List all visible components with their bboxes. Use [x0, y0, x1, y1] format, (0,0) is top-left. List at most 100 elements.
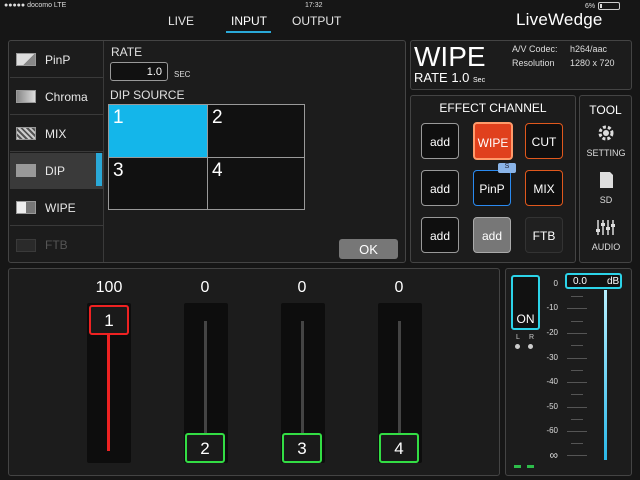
- transition-label: WIPE: [45, 200, 76, 215]
- transition-item-dip[interactable]: DIP: [10, 153, 103, 189]
- scale-tick: [567, 407, 587, 408]
- active-tab-indicator: [226, 31, 271, 33]
- codec-label: A/V Codec:: [512, 44, 558, 54]
- dip-source-cell-3[interactable]: 3: [109, 158, 207, 210]
- effect-add-button[interactable]: add: [421, 123, 459, 159]
- fader-4-groove: [398, 321, 401, 446]
- transition-label: DIP: [45, 163, 66, 178]
- effect-add-button-active[interactable]: add: [473, 217, 511, 253]
- selected-indicator: [96, 153, 102, 186]
- effect-channel-title: EFFECT CHANNEL: [439, 101, 547, 115]
- audio-on-button[interactable]: ON: [511, 275, 540, 330]
- scale-label: -10: [546, 303, 558, 312]
- tab-output[interactable]: OUTPUT: [292, 14, 341, 32]
- scale-tick: [567, 308, 587, 309]
- effect-pinp-button[interactable]: PinP: [473, 170, 511, 206]
- sd-button[interactable]: SD: [576, 170, 636, 205]
- fader-3-value: 0: [297, 279, 307, 296]
- scale-tick: [567, 333, 587, 334]
- scale-tick: [567, 358, 587, 359]
- scale-tick: [571, 296, 583, 297]
- scale-tick: [571, 443, 583, 444]
- current-rate: RATE 1.0 Sec: [414, 70, 485, 85]
- scale-label: -60: [546, 426, 558, 435]
- transition-label: MIX: [45, 126, 67, 141]
- fader-4-value: 0: [394, 279, 404, 296]
- dip-thumb-icon: [16, 164, 36, 177]
- effect-ftb-button[interactable]: FTB: [525, 217, 563, 253]
- fader-4-knob[interactable]: 4: [379, 433, 419, 463]
- fader-2-knob[interactable]: 2: [185, 433, 225, 463]
- fader-3-knob[interactable]: 3: [282, 433, 322, 463]
- resolution-value: 1280 x 720: [570, 58, 615, 68]
- panel-divider: [103, 41, 104, 262]
- master-volume-readout[interactable]: 0.0 dB: [565, 273, 622, 289]
- tab-input[interactable]: INPUT: [231, 14, 267, 32]
- pinp-thumb-icon: [16, 53, 36, 66]
- grid-divider: [109, 157, 304, 158]
- battery-percent: 6%: [585, 2, 596, 10]
- effect-mix-button[interactable]: MIX: [525, 170, 563, 206]
- current-effect-title: WIPE: [414, 41, 486, 72]
- rate-input[interactable]: 1.0: [110, 62, 168, 81]
- effect-wipe-button[interactable]: WIPE: [473, 122, 513, 160]
- scale-label: 0: [553, 279, 558, 288]
- effect-add-button[interactable]: add: [421, 217, 459, 253]
- db-unit: dB: [607, 276, 620, 287]
- carrier-label: ●●●●● docomo LTE: [4, 2, 67, 9]
- fader-1-level: [107, 321, 110, 451]
- fader-1-value: 100: [95, 279, 123, 296]
- brand-logo: LiveWedge: [516, 10, 603, 29]
- scale-tick: [567, 455, 587, 456]
- clock: 17:32: [305, 2, 323, 9]
- left-channel-label: L: [516, 334, 520, 341]
- video-fader-panel: [8, 268, 500, 476]
- transition-item-chroma[interactable]: Chroma: [10, 79, 103, 115]
- effect-add-button[interactable]: add: [421, 170, 459, 206]
- tab-live[interactable]: LIVE: [168, 14, 194, 32]
- dip-source-cell-1[interactable]: 1: [109, 105, 207, 157]
- right-level-led: [527, 465, 534, 468]
- transition-item-wipe[interactable]: WIPE: [10, 190, 103, 226]
- scale-tick: [567, 382, 587, 383]
- db-value: 0.0: [573, 276, 587, 287]
- scale-tick: [571, 394, 583, 395]
- rate-label: RATE: [111, 45, 143, 59]
- codec-value: h264/aac: [570, 44, 608, 54]
- setting-button[interactable]: SETTING: [576, 123, 636, 158]
- scale-label: -50: [546, 402, 558, 411]
- dip-source-cell-2[interactable]: 2: [208, 105, 306, 157]
- battery-indicator: 6%: [585, 2, 621, 10]
- dip-source-label: DIP SOURCE: [110, 88, 185, 102]
- scale-label: -40: [546, 377, 558, 386]
- master-volume-slider[interactable]: [604, 290, 607, 460]
- transition-item-mix[interactable]: MIX: [10, 116, 103, 152]
- ok-button[interactable]: OK: [339, 239, 398, 259]
- wipe-thumb-icon: [16, 201, 36, 214]
- scale-tick: [571, 370, 583, 371]
- dip-source-cell-4[interactable]: 4: [208, 158, 306, 210]
- fader-1-knob[interactable]: 1: [89, 305, 129, 335]
- scale-tick: [571, 321, 583, 322]
- audio-mixer-icon: [596, 220, 615, 235]
- left-level-led: [514, 465, 521, 468]
- scale-label: -20: [546, 328, 558, 337]
- transition-item-pinp[interactable]: PinP: [10, 42, 103, 78]
- right-channel-label: R: [529, 334, 535, 341]
- fader-2-groove: [204, 321, 207, 446]
- pinp-badge: S: [498, 163, 516, 173]
- audio-button[interactable]: AUDIO: [576, 217, 636, 252]
- battery-icon: [598, 2, 621, 10]
- current-rate-unit: Sec: [473, 77, 486, 84]
- gear-icon: [598, 125, 614, 141]
- effect-cut-button[interactable]: CUT: [525, 123, 563, 159]
- tool-title: TOOL: [589, 103, 622, 117]
- chroma-thumb-icon: [16, 90, 36, 103]
- scale-label: ∞: [549, 448, 558, 462]
- scale-tick: [571, 419, 583, 420]
- audio-label: AUDIO: [591, 242, 621, 252]
- left-channel-indicator: [515, 344, 520, 349]
- dip-source-grid: 1 2 3 4: [108, 104, 305, 210]
- scale-label: -30: [546, 353, 558, 362]
- resolution-label: Resolution: [512, 58, 555, 68]
